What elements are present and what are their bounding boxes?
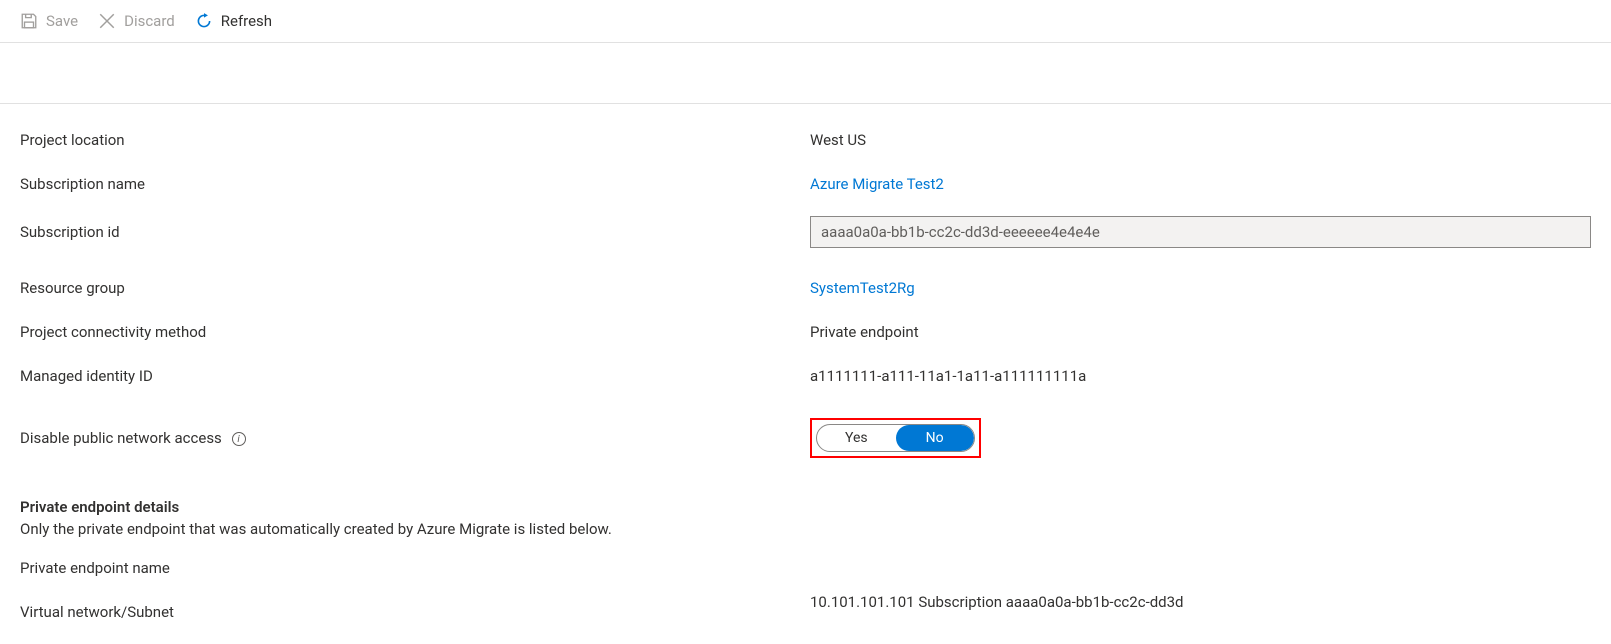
- public-access-toggle[interactable]: Yes No: [816, 424, 975, 452]
- divider: [0, 103, 1611, 104]
- row-project-location: Project location West US: [20, 128, 1591, 152]
- row-resource-group: Resource group SystemTest2Rg: [20, 276, 1591, 300]
- row-virtual-network-subnet: Virtual network/Subnet 10.101.101.101 Su…: [20, 600, 1591, 624]
- close-icon: [98, 12, 116, 30]
- label-connectivity-method: Project connectivity method: [20, 323, 810, 341]
- save-button[interactable]: Save: [20, 12, 78, 30]
- link-resource-group[interactable]: SystemTest2Rg: [810, 279, 1591, 297]
- save-icon: [20, 12, 38, 30]
- toggle-option-yes[interactable]: Yes: [817, 425, 896, 451]
- row-managed-identity: Managed identity ID a1111111-a111-11a1-1…: [20, 364, 1591, 388]
- label-project-location: Project location: [20, 131, 810, 149]
- label-resource-group: Resource group: [20, 279, 810, 297]
- section-private-endpoint: Private endpoint details: [20, 498, 1591, 516]
- link-subscription-name[interactable]: Azure Migrate Test2: [810, 175, 1591, 193]
- label-disable-public-access: Disable public network access i: [20, 429, 810, 447]
- save-label: Save: [46, 12, 78, 30]
- value-connectivity-method: Private endpoint: [810, 323, 1591, 341]
- value-project-location: West US: [810, 131, 1591, 149]
- toggle-highlight-box: Yes No: [810, 418, 981, 458]
- value-managed-identity: a1111111-a111-11a1-1a11-a111111111a: [810, 367, 1591, 385]
- label-virtual-network-subnet: Virtual network/Subnet: [20, 603, 810, 621]
- section-description: Only the private endpoint that was autom…: [20, 520, 1591, 538]
- label-subscription-id: Subscription id: [20, 223, 810, 241]
- refresh-icon: [195, 12, 213, 30]
- row-private-endpoint-name: Private endpoint name: [20, 556, 1591, 580]
- row-subscription-id: Subscription id: [20, 216, 1591, 248]
- refresh-label: Refresh: [221, 12, 272, 30]
- label-managed-identity: Managed identity ID: [20, 367, 810, 385]
- value-virtual-network-subnet: 10.101.101.101 Subscription aaaa0a0a-bb1…: [810, 593, 1591, 611]
- toggle-option-no[interactable]: No: [896, 425, 974, 451]
- content-area: Project location West US Subscription na…: [0, 128, 1611, 624]
- discard-button[interactable]: Discard: [98, 12, 175, 30]
- value-subscription-id: [810, 216, 1591, 248]
- info-icon[interactable]: i: [232, 432, 246, 446]
- discard-label: Discard: [124, 12, 175, 30]
- toolbar: Save Discard Refresh: [0, 0, 1611, 43]
- section-title: Private endpoint details: [20, 498, 1591, 516]
- row-disable-public-access: Disable public network access i Yes No: [20, 418, 1591, 458]
- value-disable-public-access: Yes No: [810, 418, 1591, 458]
- refresh-button[interactable]: Refresh: [195, 12, 272, 30]
- label-subscription-name: Subscription name: [20, 175, 810, 193]
- label-private-endpoint-name: Private endpoint name: [20, 559, 810, 577]
- row-subscription-name: Subscription name Azure Migrate Test2: [20, 172, 1591, 196]
- subscription-id-field[interactable]: [810, 216, 1591, 248]
- row-connectivity-method: Project connectivity method Private endp…: [20, 320, 1591, 344]
